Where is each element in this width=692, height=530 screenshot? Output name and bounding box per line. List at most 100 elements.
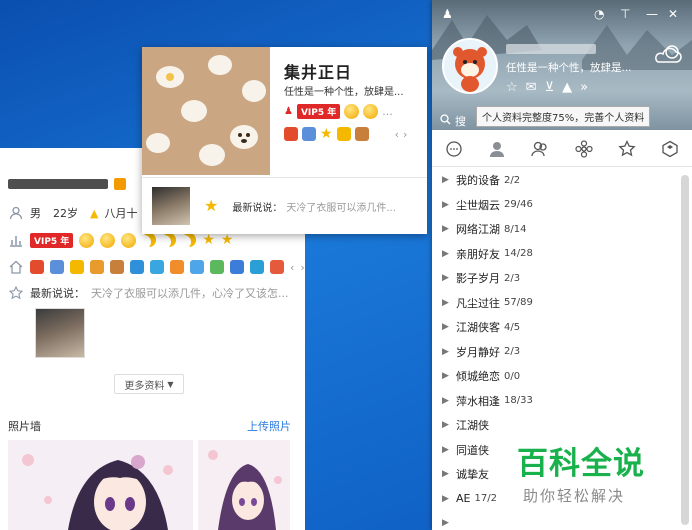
app-icon[interactable] (30, 260, 44, 274)
search-label: 搜 (455, 115, 466, 128)
chevron-right-icon[interactable]: › (300, 261, 304, 274)
contact-signature: 任性是一种个性，放肆是... (284, 87, 404, 98)
app-icon[interactable] (170, 260, 184, 274)
tab-discover[interactable] (656, 135, 684, 163)
expand-arrow-icon: ▶ (442, 199, 449, 210)
profile-basic-info: 男 22岁 ▲ 八月十 (8, 205, 137, 221)
hovercard-latest-status: ★ 最新说说： 天冷了衣服可以添几件... (142, 177, 427, 234)
minimize-icon[interactable]: — (646, 7, 658, 21)
contact-group[interactable]: ▶ 萍水相逢 18/33 (432, 389, 676, 414)
shirt-icon[interactable]: ⊤ (620, 7, 630, 21)
profile-name-row (8, 178, 126, 190)
contact-group[interactable]: ▶ 岁月静好 2/3 (432, 340, 676, 365)
photo-thumbnail[interactable] (8, 440, 193, 530)
star-icon[interactable]: ☆ (506, 80, 518, 95)
app-icon[interactable] (270, 260, 284, 274)
contact-name[interactable]: 集井正日 (284, 59, 352, 83)
app-icon[interactable] (354, 127, 369, 141)
tab-groups[interactable] (526, 135, 554, 163)
tab-apps[interactable] (570, 135, 598, 163)
app-icon[interactable] (110, 260, 124, 274)
star-outline-icon (618, 140, 636, 157)
status-photo[interactable] (35, 308, 85, 358)
contact-group[interactable]: ▶ 江湖侠 (432, 413, 676, 438)
app-icon[interactable] (210, 260, 224, 274)
group-count: 2/3 (504, 346, 521, 358)
sun-icon (121, 232, 137, 248)
chevron-left-icon[interactable]: ‹ (395, 128, 399, 141)
sun-icon (100, 232, 116, 248)
caret-down-icon: ▼ (167, 379, 174, 389)
app-icon[interactable] (302, 127, 316, 141)
home-icon (8, 259, 24, 275)
contact-group[interactable]: ▶ 亲朋好友 14/28 (432, 242, 676, 267)
group-count: 4/5 (504, 321, 521, 333)
group-count: 2/3 (504, 272, 521, 284)
contact-group[interactable]: ▶ 江湖侠客 4/5 (432, 315, 676, 340)
app-icon[interactable] (50, 260, 64, 274)
mail-icon[interactable]: ✉ (526, 80, 537, 95)
profile-apps-row: ‹ › (8, 259, 305, 275)
cart-icon[interactable]: ⊻ (545, 80, 555, 95)
group-name: 江湖侠 (456, 419, 489, 433)
app-icon[interactable] (230, 260, 244, 274)
contact-level-row: ♟ VIP5 年 ... (284, 104, 393, 119)
latest-status-row: 最新说说： 天冷了衣服可以添几件，心冷了又该怎... (8, 285, 289, 301)
latest-label: 最新说说： (232, 202, 283, 214)
sun-icon (79, 232, 95, 248)
more-arrows-icon[interactable]: » (580, 80, 588, 95)
contact-avatar[interactable] (152, 187, 190, 225)
contact-group[interactable]: ▶ 影子岁月 2/3 (432, 266, 676, 291)
contact-group[interactable]: ▶ 尘世烟云 29/46 (432, 193, 676, 218)
tab-contacts[interactable] (483, 135, 511, 163)
tab-messages[interactable] (440, 135, 468, 163)
expand-arrow-icon: ▶ (442, 518, 449, 529)
profile-completion-tooltip[interactable]: 个人资料完整度75%，完善个人资料 (476, 106, 651, 127)
app-icon[interactable] (336, 127, 351, 141)
app-icon[interactable] (284, 127, 298, 141)
search-icon (440, 114, 451, 128)
chat-bubble-icon (446, 141, 462, 157)
weather-icon[interactable] (654, 42, 684, 69)
photo-thumbnail[interactable] (198, 440, 290, 530)
close-icon[interactable]: ✕ (668, 7, 678, 21)
contact-apps-row: ★ ‹ › (284, 127, 407, 141)
chevron-left-icon[interactable]: ‹ (290, 261, 294, 274)
skin-icon[interactable]: ◔ (594, 7, 604, 21)
upload-photo-link[interactable]: 上传照片 (247, 418, 291, 434)
expand-arrow-icon: ▶ (442, 297, 449, 308)
app-icon[interactable] (130, 260, 144, 274)
group-count: 8/14 (504, 223, 527, 235)
group-name: 萍水相逢 (456, 394, 500, 408)
contact-group[interactable]: ▶ (432, 511, 676, 530)
group-count: 29/46 (504, 199, 533, 211)
app-icon[interactable] (150, 260, 164, 274)
chevron-right-icon[interactable]: › (403, 128, 407, 141)
tab-favorites[interactable] (613, 135, 641, 163)
more-info-button[interactable]: 更多资料 ▼ (114, 374, 184, 394)
sun-icon (344, 104, 360, 119)
qq-nickname-redacted[interactable] (506, 44, 596, 54)
contact-group[interactable]: ▶ 凡尘过往 57/89 (432, 291, 676, 316)
vip-badge[interactable]: VIP5 年 (296, 104, 341, 119)
expand-arrow-icon: ▶ (442, 248, 449, 259)
group-count: 18/33 (504, 395, 533, 407)
contact-group[interactable]: ▶ 倾城绝恋 0/0 (432, 364, 676, 389)
contact-group[interactable]: ▶ 我的设备 2/2 (432, 168, 676, 193)
contact-group[interactable]: ▶ 网络江湖 8/14 (432, 217, 676, 242)
app-icon[interactable] (250, 260, 264, 274)
expand-arrow-icon: ▶ (442, 322, 449, 333)
vip-badge[interactable]: VIP5 年 (30, 232, 74, 248)
triangle-icon[interactable]: ▲ (562, 80, 572, 95)
user-avatar[interactable] (442, 38, 498, 94)
latest-text[interactable]: 天冷了衣服可以添几件，心冷了又该怎... (91, 285, 289, 301)
app-icon[interactable] (90, 260, 104, 274)
app-icon[interactable] (190, 260, 204, 274)
scrollbar[interactable] (681, 175, 689, 525)
group-name: 江湖侠客 (456, 321, 500, 335)
latest-text[interactable]: 天冷了衣服可以添几件... (286, 199, 396, 214)
star-icon: ★ (202, 232, 215, 248)
app-icon[interactable] (70, 260, 84, 274)
qq-signature[interactable]: 任性是一种个性，放肆是... (506, 60, 632, 75)
group-name: 诚挚友 (456, 468, 489, 482)
